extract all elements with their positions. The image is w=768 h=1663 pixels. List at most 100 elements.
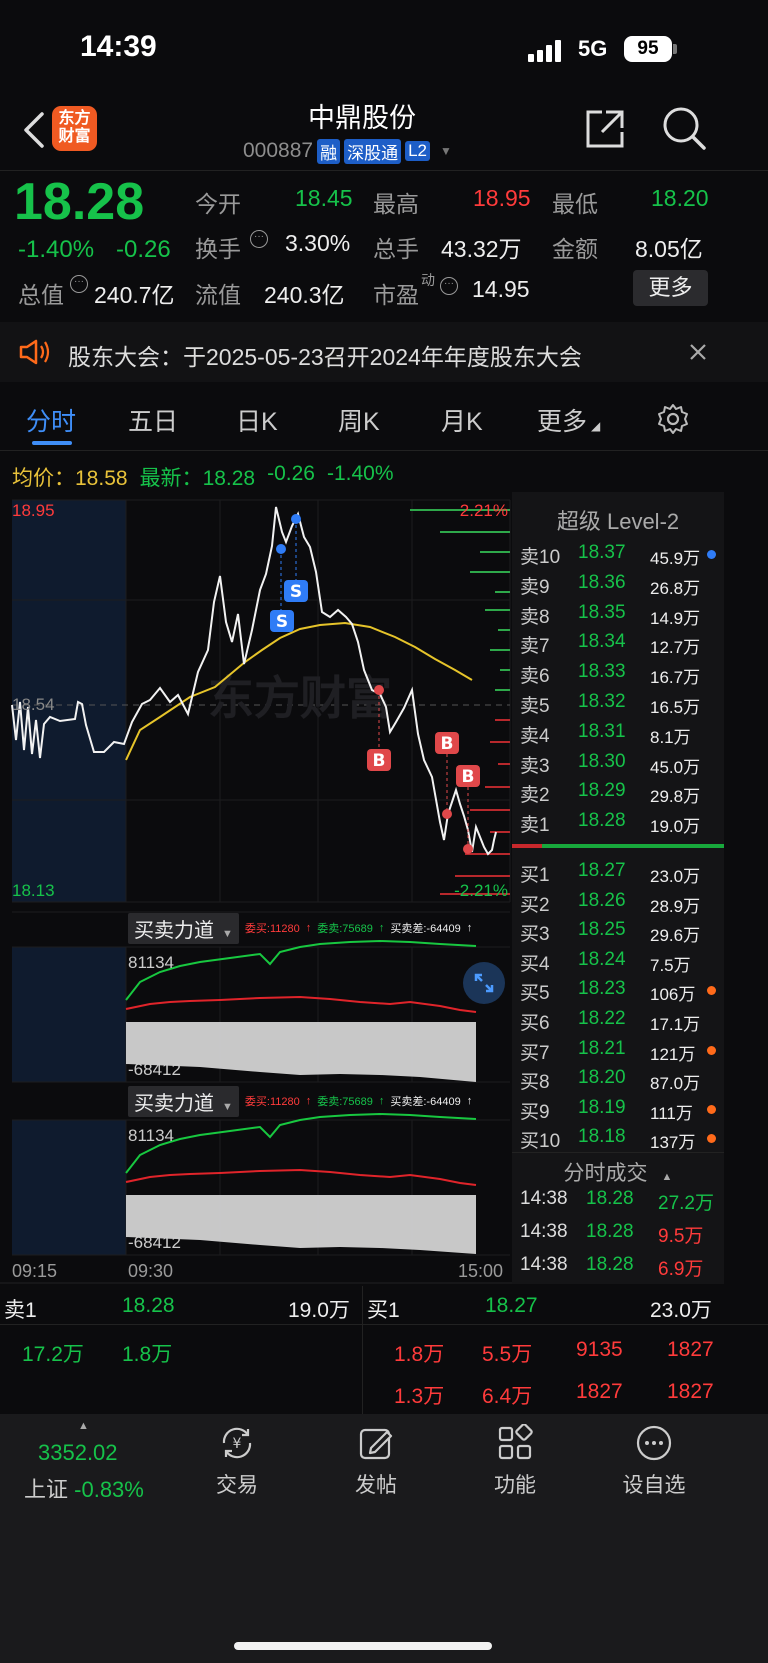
trade-time: 14:38: [520, 1254, 568, 1275]
tab-weekly-k[interactable]: 周K: [338, 402, 380, 438]
queue-buy-order: 1.8万: [394, 1343, 445, 1366]
queue-buy-order: 1827: [576, 1380, 623, 1403]
ask-level-row[interactable]: 卖3 18.30 45.0万: [512, 747, 724, 777]
settings-button[interactable]: [656, 402, 690, 436]
tab-monthly-k[interactable]: 月K: [441, 402, 483, 438]
mktcap-value: 240.7亿: [94, 282, 175, 308]
queue-sell-label: 卖1: [4, 1299, 37, 1322]
bid-level-row[interactable]: 买9 18.19 111万: [512, 1093, 724, 1123]
nav-add-watchlist[interactable]: 设自选: [614, 1424, 694, 1497]
level-volume: 45.9万: [650, 549, 701, 568]
nav-functions[interactable]: 功能: [480, 1423, 550, 1497]
force-min: -68412: [128, 1233, 181, 1252]
trade-volume: 27.2万: [658, 1193, 714, 1214]
level-price: 18.35: [578, 601, 626, 623]
trade-row[interactable]: 14:38 18.28 6.9万: [512, 1250, 724, 1283]
level-label: 买4: [520, 953, 550, 975]
bid-level-row[interactable]: 买7 18.21 121万: [512, 1034, 724, 1064]
queue-sell-order: 17.2万: [22, 1343, 84, 1366]
trade-price: 18.28: [586, 1254, 634, 1275]
level-volume: 7.5万: [650, 955, 691, 975]
sell-marker-2[interactable]: S: [284, 514, 308, 602]
tab-five-day[interactable]: 五日: [128, 402, 178, 438]
svg-text:¥: ¥: [233, 1436, 242, 1452]
trade-price: 18.28: [586, 1221, 634, 1242]
ask-level-row[interactable]: 卖6 18.33 16.7万: [512, 657, 724, 687]
ask-level-row[interactable]: 卖5 18.32 16.5万: [512, 687, 724, 717]
large-order-dot-icon: [707, 986, 716, 996]
nav-post-label: 发帖: [355, 1474, 397, 1497]
trade-row[interactable]: 14:38 18.28 9.5万: [512, 1217, 724, 1250]
tab-more[interactable]: 更多 ◢: [537, 402, 600, 438]
grid-icon: [498, 1423, 533, 1460]
level-volume: 29.8万: [650, 787, 701, 807]
trades-header[interactable]: 分时成交 ▲: [512, 1152, 724, 1187]
nav-trade-label: 交易: [216, 1474, 258, 1497]
ask-level-row[interactable]: 卖1 18.28 19.0万: [512, 806, 724, 836]
bid-level-row[interactable]: 买1 18.27 23.0万: [512, 856, 724, 886]
nav-trade[interactable]: ¥ 交易: [202, 1424, 272, 1497]
bid-level-row[interactable]: 买6 18.22 17.1万: [512, 1004, 724, 1034]
y-axis-top: 18.95: [12, 501, 55, 520]
level-label: 卖1: [520, 815, 550, 837]
chart-tabs: 分时 五日 日K 周K 月K 更多 ◢: [0, 392, 768, 450]
level-price: 18.23: [578, 978, 626, 1000]
bid-level-row[interactable]: 买8 18.20 87.0万: [512, 1063, 724, 1093]
ask-level-row[interactable]: 卖4 18.31 8.1万: [512, 717, 724, 747]
speaker-icon: [19, 339, 50, 365]
force-max: 81134: [128, 1126, 174, 1145]
level-volume: 19.0万: [650, 817, 701, 837]
ask-level-row[interactable]: 卖7 18.34 12.7万: [512, 627, 724, 657]
ask-level-row[interactable]: 卖2 18.29 29.8万: [512, 776, 724, 806]
stock-subtitle[interactable]: 000887 融 深股通 L2 ▼: [243, 138, 452, 164]
home-indicator: [234, 1642, 492, 1650]
info-dots-icon[interactable]: ···: [440, 277, 458, 295]
level-price: 18.30: [578, 750, 626, 772]
ask-level-row[interactable]: 卖10 18.37 45.9万: [512, 538, 724, 568]
low-value: 18.20: [651, 185, 709, 211]
intraday-chart[interactable]: 东方财富 S S B B B 18.95 18.54 18.13 2.21% -…: [0, 492, 512, 1284]
ask-level-row[interactable]: 卖8 18.35 14.9万: [512, 598, 724, 628]
level-price: 18.25: [578, 919, 626, 941]
force-indicator-select[interactable]: 买卖力道 ▼: [128, 912, 239, 944]
level-label: 买2: [520, 894, 550, 916]
level2-title[interactable]: 超级 Level-2: [512, 504, 724, 536]
nav-post[interactable]: 发帖: [341, 1424, 411, 1497]
trade-row[interactable]: 14:38 18.28 27.2万: [512, 1184, 724, 1217]
tab-intraday[interactable]: 分时: [26, 402, 76, 438]
info-dots-icon[interactable]: ···: [250, 230, 268, 248]
info-dots-icon[interactable]: ···: [70, 275, 88, 293]
queue-sell-price: 18.28: [122, 1294, 175, 1317]
queue-buy-order: 1.3万: [394, 1385, 445, 1408]
bid-level-row[interactable]: 买2 18.26 28.9万: [512, 886, 724, 916]
index-name: 上证: [24, 1477, 69, 1502]
bid-level-row[interactable]: 买10 18.18 137万: [512, 1122, 724, 1152]
search-button[interactable]: [660, 104, 708, 152]
turnover-label: 换手: [195, 236, 241, 262]
level-label: 卖3: [520, 755, 550, 777]
bid-level-row[interactable]: 买4 18.24 7.5万: [512, 945, 724, 975]
notice-bar[interactable]: 股东大会：于2025-05-23召开2024年年度股东大会: [0, 322, 768, 382]
more-button[interactable]: 更多: [633, 270, 708, 306]
battery-cap: [673, 44, 677, 54]
pe-superscript: 动: [421, 272, 435, 288]
close-notice-button[interactable]: [684, 338, 712, 366]
buy-marker-2[interactable]: B: [435, 732, 459, 819]
index-ticker[interactable]: ▲ 3352.02 上证 -0.83%: [20, 1420, 170, 1502]
force-diff: 买卖差:-64409: [390, 1096, 461, 1108]
tab-active-indicator: [32, 441, 72, 445]
expand-button[interactable]: [463, 962, 505, 1004]
bid-level-row[interactable]: 买3 18.25 29.6万: [512, 915, 724, 945]
large-order-dot-icon: [707, 1045, 716, 1055]
ask-level-row[interactable]: 卖9 18.36 26.8万: [512, 568, 724, 598]
level-price: 18.28: [578, 810, 626, 832]
bid-level-row[interactable]: 买5 18.23 106万: [512, 974, 724, 1004]
level-price: 18.37: [578, 542, 626, 563]
nav-functions-label: 功能: [494, 1474, 536, 1497]
tab-daily-k[interactable]: 日K: [236, 402, 278, 438]
force-indicator-select[interactable]: 买卖力道 ▼: [128, 1085, 239, 1117]
mktcap-label: 总值: [18, 282, 64, 308]
x-axis-start: 09:15: [12, 1261, 58, 1281]
more-dots-icon: [636, 1425, 672, 1461]
share-button[interactable]: [582, 106, 628, 152]
